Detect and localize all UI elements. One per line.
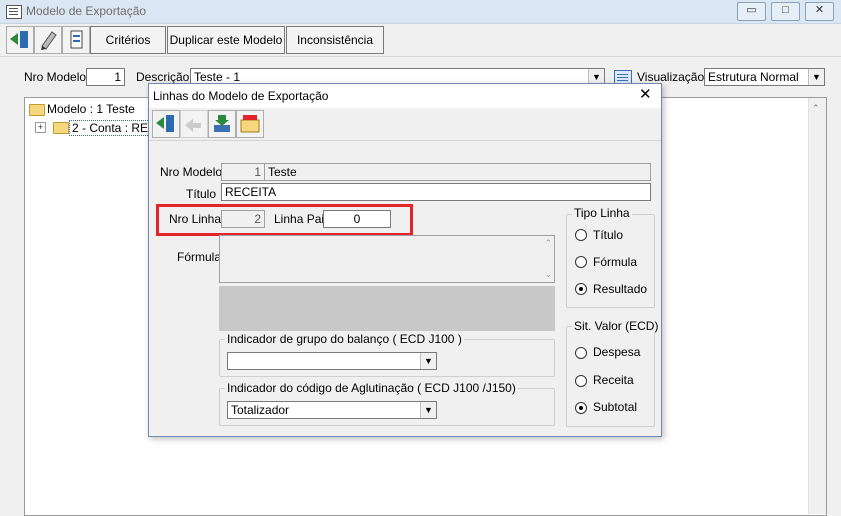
copy-document-icon[interactable] [62, 26, 90, 54]
maximize-button[interactable]: □ [771, 2, 800, 21]
dlg-nro-modelo-field: 1 [221, 163, 265, 181]
tree-expander[interactable]: + [35, 122, 46, 133]
exit-door-icon[interactable] [152, 110, 180, 138]
formula-textarea[interactable]: ⌃ ⌄ [219, 235, 555, 283]
scroll-down-icon[interactable]: ⌄ [544, 269, 552, 280]
radio-despesa-label[interactable]: Despesa [593, 345, 640, 359]
formula-label: Fórmula [177, 250, 222, 264]
titulo-input[interactable]: RECEITA [221, 183, 651, 201]
linha-pai-input[interactable]: 0 [323, 210, 391, 228]
radio-receita-label[interactable]: Receita [593, 373, 634, 387]
nro-modelo-value: 1 [114, 70, 121, 84]
scroll-up-icon[interactable]: ⌃ [544, 238, 552, 249]
window-title: Modelo de Exportação [26, 4, 147, 18]
dlg-nro-modelo-value: 1 [254, 165, 261, 179]
descricao-value: Teste - 1 [194, 70, 241, 84]
inconsistencia-button[interactable]: Inconsistência [286, 26, 384, 54]
radio-receita[interactable] [575, 375, 587, 387]
aglutinacao-select[interactable]: Totalizador ▼ [227, 401, 437, 419]
nro-modelo-label: Nro Modelo [24, 70, 87, 84]
minimize-button[interactable]: ▭ [737, 2, 766, 21]
window-title-bar: Modelo de Exportação ▭ □ ✕ [0, 0, 841, 24]
grupo-balanco-select[interactable]: ▼ [227, 352, 437, 370]
descricao-label: Descrição [136, 70, 190, 84]
radio-formula[interactable] [575, 256, 587, 268]
linha-pai-label: Linha Pai [274, 212, 325, 226]
open-folder-icon[interactable] [236, 110, 264, 138]
chevron-down-icon[interactable]: ▼ [420, 402, 436, 418]
eraser-pencil-icon[interactable] [34, 26, 62, 54]
radio-formula-label[interactable]: Fórmula [593, 255, 637, 269]
tree-root-node[interactable]: Modelo : 1 Teste [47, 102, 135, 116]
radio-titulo-label[interactable]: Título [593, 228, 623, 242]
close-window-button[interactable]: ✕ [805, 2, 834, 21]
chevron-down-icon[interactable]: ▼ [420, 353, 436, 369]
grupo-balanco-title: Indicador de grupo do balanço ( ECD J100… [225, 332, 464, 346]
nro-linha-field: 2 [221, 210, 265, 228]
folder-open-icon [29, 104, 45, 116]
radio-subtotal-label[interactable]: Subtotal [593, 400, 637, 414]
linha-pai-value: 0 [353, 212, 361, 226]
dialog-toolbar-divider [149, 140, 661, 141]
sit-valor-title: Sit. Valor (ECD) [572, 319, 661, 333]
import-download-icon[interactable] [208, 110, 236, 138]
scroll-up-icon[interactable]: ⌃ [812, 103, 820, 114]
radio-despesa[interactable] [575, 347, 587, 359]
visualizacao-select[interactable]: Estrutura Normal ▼ [704, 68, 825, 86]
dlg-modelo-name-field: Teste [264, 163, 651, 181]
formula-preview-panel [219, 286, 555, 331]
aglutinacao-title: Indicador do código de Aglutinação ( ECD… [225, 381, 518, 395]
tipo-linha-title: Tipo Linha [572, 206, 632, 220]
linhas-modelo-dialog: Linhas do Modelo de Exportação ✕ Nro Mod… [148, 83, 662, 437]
folder-icon [53, 122, 69, 134]
exit-door-icon[interactable] [6, 26, 34, 54]
navigate-disabled-icon [180, 110, 208, 138]
expander-sign: + [37, 122, 44, 132]
toolbar: Critérios Duplicar este Modelo Inconsist… [0, 24, 841, 57]
titulo-label: Título [186, 187, 217, 201]
nro-linha-value: 2 [254, 212, 261, 226]
close-icon[interactable]: ✕ [639, 87, 652, 103]
radio-resultado-label[interactable]: Resultado [593, 282, 647, 296]
dlg-nro-modelo-label: Nro Modelo [160, 165, 223, 179]
aglutinacao-value: Totalizador [231, 403, 290, 417]
radio-titulo[interactable] [575, 229, 587, 241]
visualizacao-value: Estrutura Normal [708, 70, 799, 84]
nro-linha-label: Nro Linha [169, 212, 222, 226]
app-icon [6, 5, 22, 19]
tree-scrollbar[interactable]: ⌃ [808, 98, 826, 514]
duplicar-modelo-button[interactable]: Duplicar este Modelo [167, 26, 285, 54]
tree-child-node[interactable]: 2 - Conta : REC [69, 120, 160, 136]
titulo-value: RECEITA [225, 185, 277, 199]
dialog-title: Linhas do Modelo de Exportação [153, 89, 329, 103]
radio-resultado[interactable] [575, 283, 587, 295]
radio-subtotal[interactable] [575, 402, 587, 414]
dlg-modelo-name-value: Teste [268, 165, 297, 179]
visualizacao-label: Visualização [637, 70, 705, 84]
nro-modelo-input[interactable]: 1 [86, 68, 125, 86]
criterios-button[interactable]: Critérios [90, 26, 166, 54]
dialog-title-bar: Linhas do Modelo de Exportação ✕ [149, 84, 661, 108]
chevron-down-icon[interactable]: ▼ [808, 69, 824, 85]
